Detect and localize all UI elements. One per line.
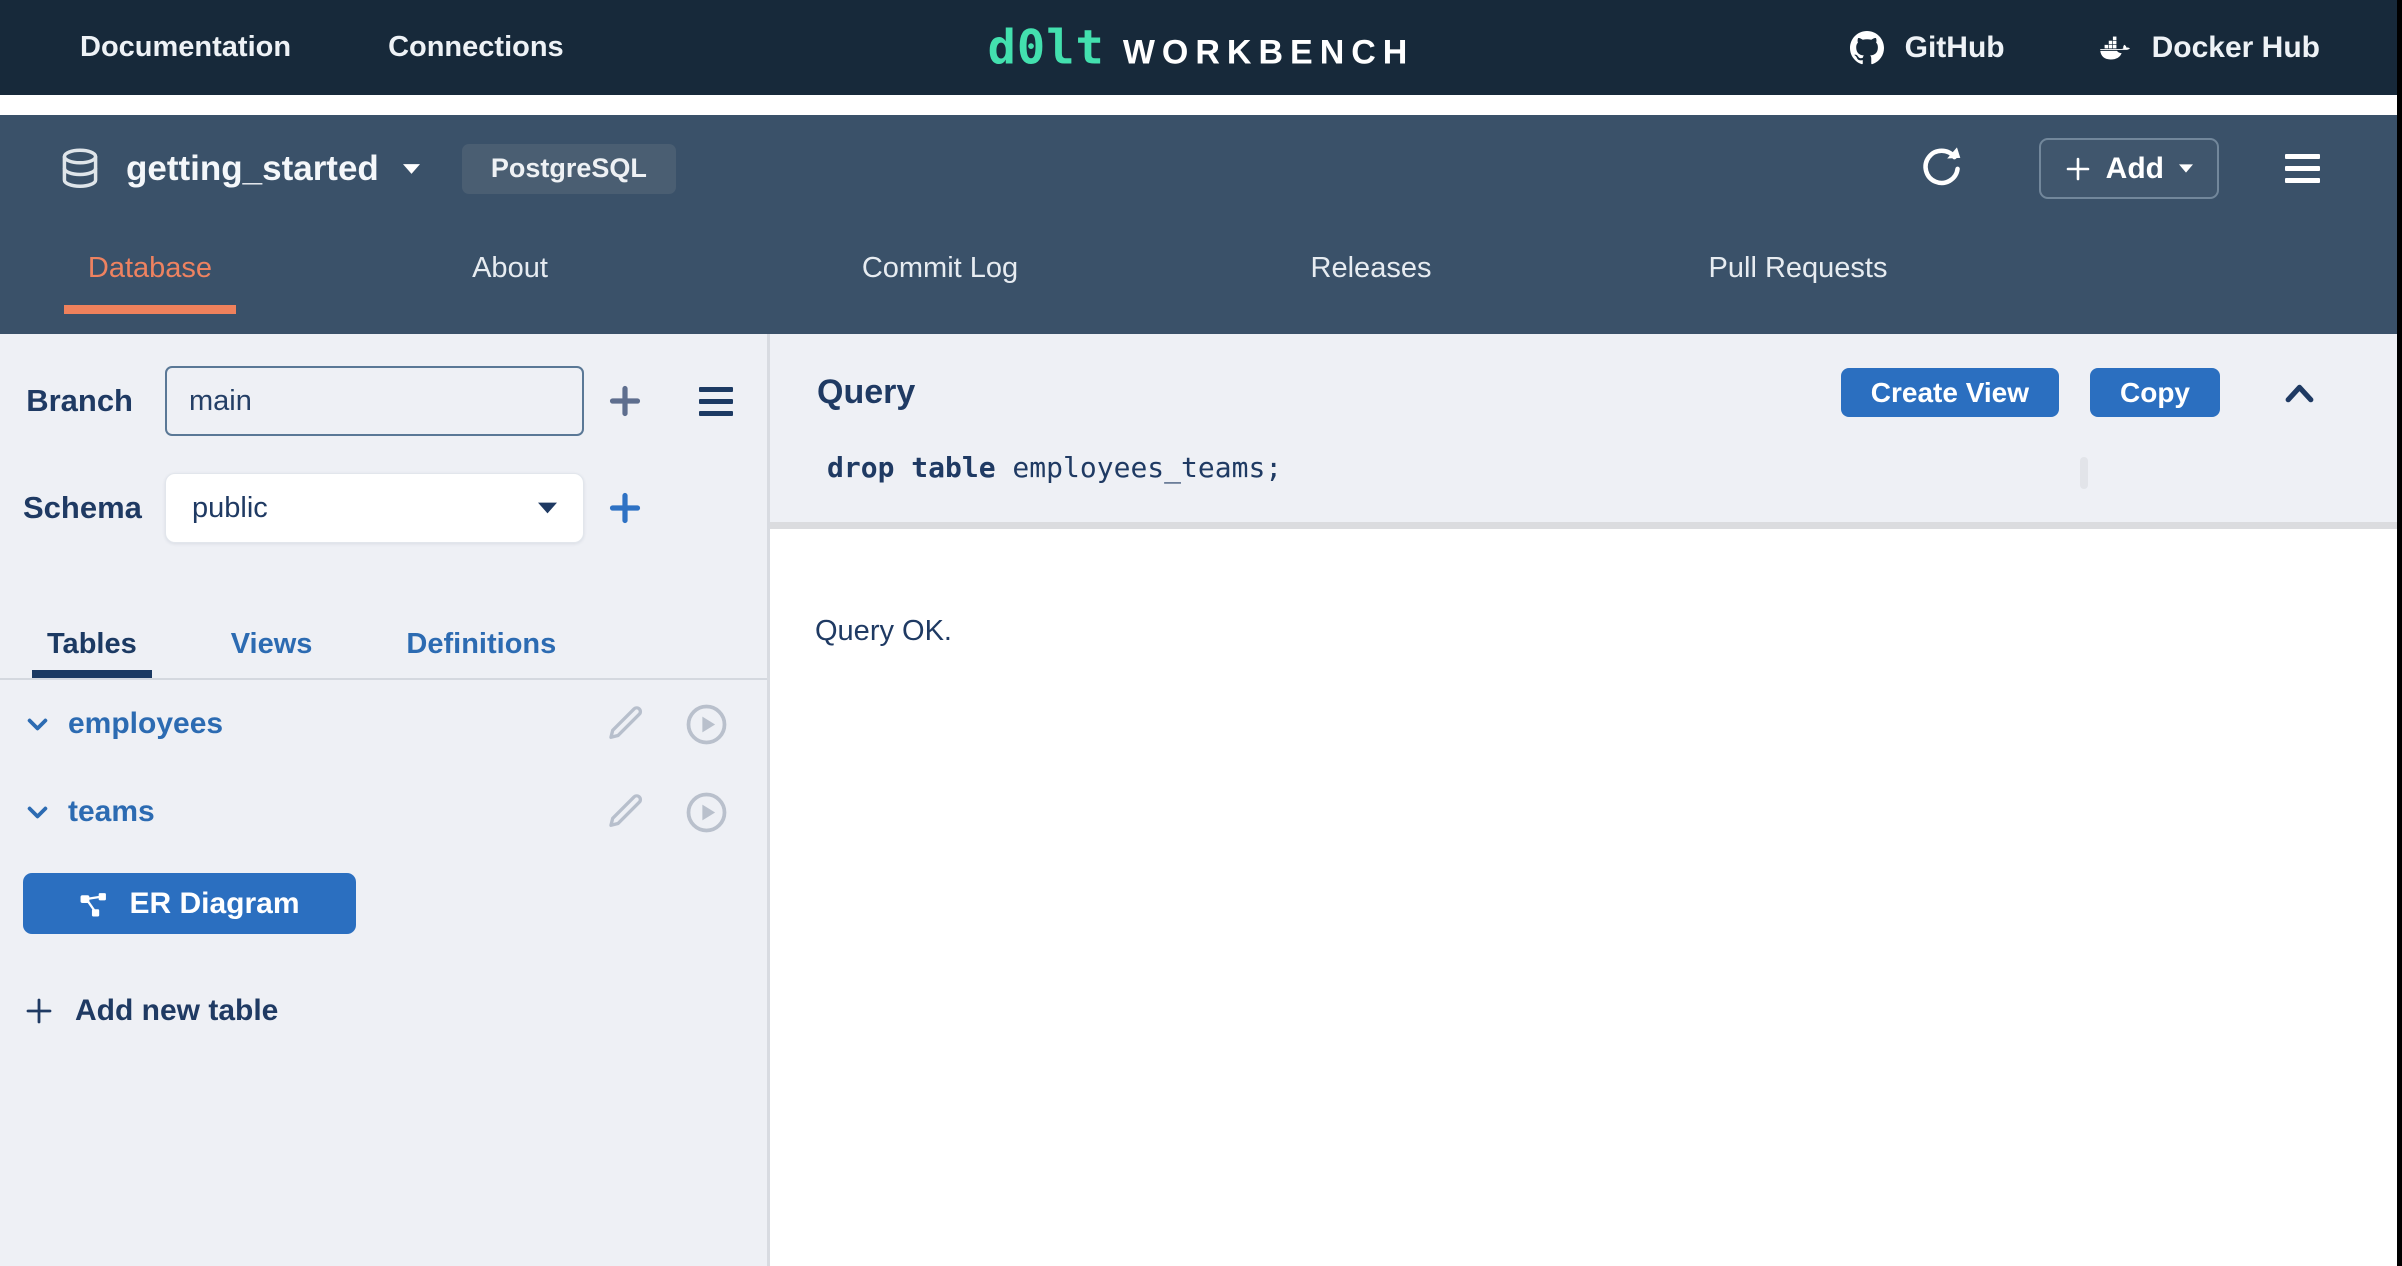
schema-row: Schema public	[0, 473, 767, 543]
branch-menu-icon[interactable]	[699, 387, 733, 416]
top-nav: Documentation Connections	[0, 31, 564, 64]
query-title: Query	[817, 373, 915, 412]
sidebar-tabs: Tables Views Definitions	[0, 616, 767, 680]
caret-down-icon	[403, 164, 420, 174]
query-scrollbar-thumb[interactable]	[2080, 457, 2088, 489]
tab-commit-log[interactable]: Commit Log	[820, 222, 1060, 314]
er-diagram-icon	[79, 889, 108, 918]
add-dropdown-button[interactable]: Add	[2039, 138, 2219, 199]
branch-input[interactable]	[165, 366, 584, 436]
chevron-down-icon[interactable]	[24, 799, 51, 826]
database-tabs: Database About Commit Log Releases Pull …	[0, 222, 2402, 314]
tab-definitions[interactable]: Definitions	[391, 616, 571, 678]
tab-views[interactable]: Views	[216, 616, 328, 678]
tab-tables[interactable]: Tables	[32, 616, 152, 678]
add-button-label: Add	[2106, 152, 2164, 186]
plus-icon	[2065, 156, 2091, 182]
top-bar: Documentation Connections d0lt WORKBENCH…	[0, 0, 2402, 95]
table-row-teams: teams	[0, 768, 767, 856]
query-result-text: Query OK.	[815, 615, 2402, 648]
copy-button[interactable]: Copy	[2090, 368, 2220, 417]
database-icon	[58, 146, 102, 192]
edit-table-icon[interactable]	[605, 791, 647, 833]
branch-row: Branch	[0, 366, 767, 436]
docker-icon	[2099, 35, 2131, 61]
logo-text: WORKBENCH	[1123, 33, 1415, 72]
dbms-badge: PostgreSQL	[462, 144, 676, 194]
github-link[interactable]: GitHub	[1850, 31, 2005, 65]
dockerhub-link[interactable]: Docker Hub	[2099, 31, 2320, 65]
query-panel-header: Query Create View Copy	[817, 334, 2317, 417]
tab-pull-requests[interactable]: Pull Requests	[1678, 222, 1918, 314]
nav-connections[interactable]: Connections	[388, 31, 564, 64]
sql-keyword: drop table	[827, 451, 996, 484]
table-name[interactable]: teams	[68, 795, 155, 829]
database-name: getting_started	[126, 149, 379, 189]
caret-down-icon	[538, 502, 557, 514]
refresh-button[interactable]	[1918, 145, 1965, 192]
schema-select[interactable]: public	[165, 473, 584, 543]
add-new-table-label: Add new table	[75, 994, 278, 1028]
app-logo[interactable]: d0lt WORKBENCH	[988, 20, 1415, 75]
table-name[interactable]: employees	[68, 707, 223, 741]
play-icon[interactable]	[684, 702, 729, 747]
table-row-employees: employees	[0, 680, 767, 768]
github-icon	[1850, 31, 1884, 65]
caret-down-icon	[2179, 164, 2193, 173]
nav-documentation[interactable]: Documentation	[80, 31, 291, 64]
add-schema-button[interactable]	[604, 491, 646, 525]
github-link-label: GitHub	[1905, 31, 2005, 65]
database-selector[interactable]: getting_started	[58, 146, 420, 192]
menu-icon[interactable]	[2285, 154, 2320, 183]
window-edge	[2397, 0, 2402, 1266]
schema-label: Schema	[23, 490, 133, 526]
query-sql[interactable]: drop table employees_teams;	[817, 451, 2317, 484]
play-icon[interactable]	[684, 790, 729, 835]
logo-mark: d0lt	[988, 20, 1105, 75]
add-branch-button[interactable]	[604, 384, 646, 418]
tab-database[interactable]: Database	[64, 222, 236, 314]
content: Branch Schema public Tables Vie	[0, 334, 2402, 1266]
chevron-down-icon[interactable]	[24, 711, 51, 738]
add-new-table-button[interactable]: Add new table	[24, 994, 767, 1028]
query-result-area: Query OK.	[770, 529, 2402, 648]
plus-icon	[24, 996, 54, 1026]
er-diagram-button[interactable]: ER Diagram	[23, 873, 356, 934]
top-links: GitHub Docker Hub	[1850, 31, 2402, 65]
main-panel: Query Create View Copy drop table employ…	[770, 334, 2402, 1266]
er-diagram-label: ER Diagram	[129, 887, 299, 921]
schema-value: public	[192, 492, 268, 525]
tab-releases[interactable]: Releases	[1271, 222, 1471, 314]
query-actions: Create View Copy	[1841, 368, 2317, 417]
branch-label: Branch	[23, 383, 133, 419]
chevron-up-icon[interactable]	[2282, 379, 2317, 406]
tab-about[interactable]: About	[410, 222, 610, 314]
create-view-button[interactable]: Create View	[1841, 368, 2059, 417]
query-panel: Query Create View Copy drop table employ…	[770, 334, 2402, 529]
edit-table-icon[interactable]	[605, 703, 647, 745]
app: Documentation Connections d0lt WORKBENCH…	[0, 0, 2402, 1266]
dockerhub-link-label: Docker Hub	[2152, 31, 2320, 65]
database-header: getting_started PostgreSQL Add	[0, 115, 2402, 334]
header-actions: Add	[1918, 138, 2320, 199]
sidebar: Branch Schema public Tables Vie	[0, 334, 770, 1266]
database-row: getting_started PostgreSQL Add	[0, 115, 2402, 222]
sql-rest: employees_teams;	[996, 451, 1283, 484]
